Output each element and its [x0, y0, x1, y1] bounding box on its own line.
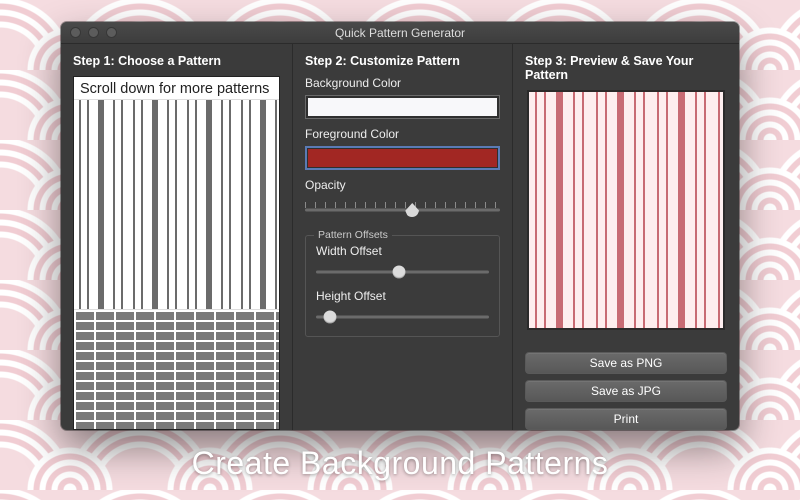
bgcolor-well[interactable] — [305, 95, 500, 119]
marketing-tagline: Create Background Patterns — [0, 445, 800, 482]
step1-heading: Step 1: Choose a Pattern — [73, 54, 280, 68]
slider-ticks — [305, 202, 500, 208]
step2-heading: Step 2: Customize Pattern — [305, 54, 500, 68]
slider-thumb[interactable] — [393, 266, 406, 279]
pattern-list[interactable]: Scroll down for more patterns — [73, 76, 280, 430]
step3-heading: Step 3: Preview & Save Your Pattern — [525, 54, 727, 82]
bgcolor-label: Background Color — [305, 76, 500, 90]
fgcolor-label: Foreground Color — [305, 127, 500, 141]
panel-step2: Step 2: Customize Pattern Background Col… — [293, 44, 513, 430]
height-offset-label: Height Offset — [316, 289, 489, 303]
slider-thumb[interactable] — [323, 311, 336, 324]
scroll-hint: Scroll down for more patterns — [74, 77, 279, 99]
pattern-option-bricks[interactable] — [74, 309, 279, 429]
fgcolor-swatch — [308, 149, 497, 167]
app-window: Quick Pattern Generator Step 1: Choose a… — [61, 22, 739, 430]
window-title: Quick Pattern Generator — [61, 26, 739, 40]
width-offset-slider[interactable] — [316, 263, 489, 281]
panel-step1: Step 1: Choose a Pattern Scroll down for… — [61, 44, 293, 430]
window-controls — [70, 27, 117, 38]
close-icon[interactable] — [70, 27, 81, 38]
panel-step3: Step 3: Preview & Save Your Pattern Save… — [513, 44, 739, 430]
opacity-slider[interactable] — [305, 199, 500, 221]
slider-track — [305, 209, 500, 212]
titlebar[interactable]: Quick Pattern Generator — [61, 22, 739, 44]
save-png-button[interactable]: Save as PNG — [525, 352, 727, 374]
offsets-title: Pattern Offsets — [314, 229, 392, 241]
offsets-group: Pattern Offsets Width Offset Height Offs… — [305, 235, 500, 337]
save-jpg-button[interactable]: Save as JPG — [525, 380, 727, 402]
pattern-preview — [527, 90, 725, 330]
minimize-icon[interactable] — [88, 27, 99, 38]
opacity-label: Opacity — [305, 178, 500, 192]
slider-track — [316, 316, 489, 319]
window-body: Step 1: Choose a Pattern Scroll down for… — [61, 44, 739, 430]
bgcolor-swatch — [308, 98, 497, 116]
width-offset-label: Width Offset — [316, 244, 489, 258]
zoom-icon[interactable] — [106, 27, 117, 38]
plus-overlay-icon — [529, 92, 723, 328]
height-offset-slider[interactable] — [316, 308, 489, 326]
fgcolor-well[interactable] — [305, 146, 500, 170]
save-buttons: Save as PNG Save as JPG Print — [525, 352, 727, 430]
print-button[interactable]: Print — [525, 408, 727, 430]
pattern-option-stripes[interactable] — [74, 99, 279, 309]
plus-overlay-icon — [74, 100, 279, 309]
